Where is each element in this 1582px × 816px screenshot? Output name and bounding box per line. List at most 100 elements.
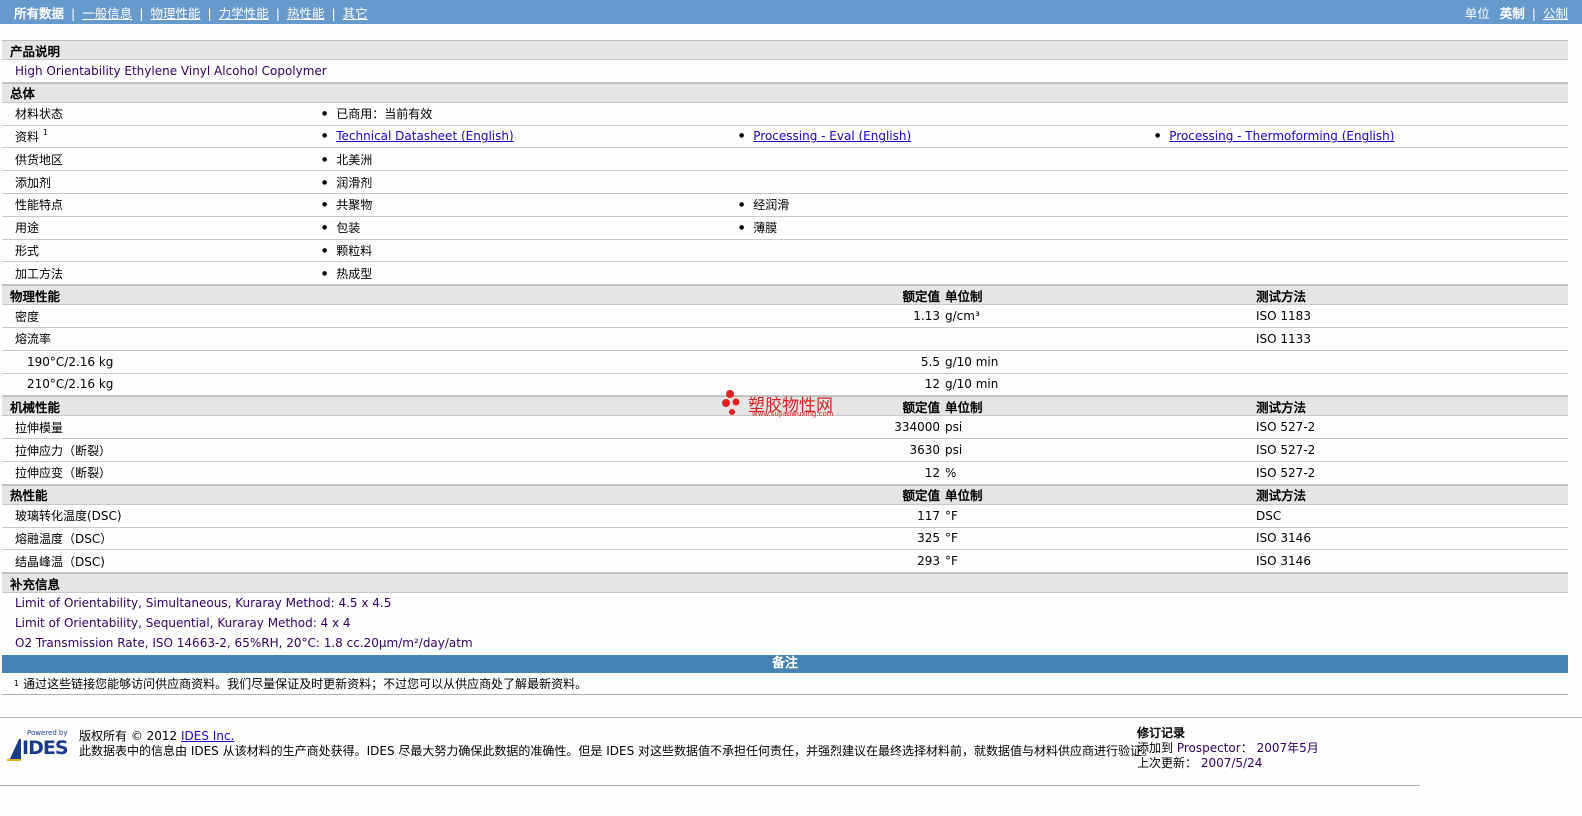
footnote-ref: 1 xyxy=(42,127,48,137)
property-name: 拉伸应变（断裂） xyxy=(15,466,112,481)
added-label: 添加到 xyxy=(1137,741,1174,755)
property-row: 190°C/2.16 kg 5.5 g/10 min xyxy=(2,351,1568,374)
property-unit: psi xyxy=(945,443,963,458)
revision-history: 修订记录 添加到 Prospector： 2007年5月 上次更新： 2007/… xyxy=(1137,726,1319,771)
test-method: ISO 3146 xyxy=(1256,531,1311,546)
row-label-text: 资料 xyxy=(15,129,40,144)
section-title: 物理性能 xyxy=(10,288,61,304)
property-unit: °F xyxy=(945,554,958,569)
row-label: 材料状态 xyxy=(15,105,63,122)
document-link-item: Processing - Thermoforming (English) xyxy=(1155,129,1394,143)
nav-all-data[interactable]: 所有数据 xyxy=(14,6,64,21)
general-row: 加工方法 热成型 xyxy=(2,262,1568,286)
watermark-url: www.sujiaowuxing.com xyxy=(752,410,834,418)
document-link-item: Technical Datasheet (English) xyxy=(322,129,513,143)
row-label-text: 用途 xyxy=(15,221,40,236)
added-date: 2007年5月 xyxy=(1256,741,1319,755)
unit-switch: 单位 英制 | 公制 xyxy=(1464,5,1568,21)
section-thermal: 热性能 额定值 单位制 测试方法 xyxy=(2,484,1568,505)
row-label: 形式 xyxy=(15,242,39,259)
document-link-item: Processing - Eval (English) xyxy=(739,129,911,143)
logo-powered-by: Powered by xyxy=(27,729,68,737)
row-label-text: 供货地区 xyxy=(15,152,64,167)
test-method: ISO 3146 xyxy=(1256,554,1311,569)
col-header-test: 测试方法 xyxy=(1256,488,1307,504)
property-name: 拉伸模量 xyxy=(15,420,64,435)
updated-date: 2007/5/24 xyxy=(1200,756,1263,770)
footnote: 1 通过这些链接您能够访问供应商资料。我们尽量保证及时更新资料；不过您可以从供应商… xyxy=(2,673,1568,696)
test-method: ISO 527-2 xyxy=(1256,443,1316,458)
row-value: 已商用：当前有效 xyxy=(322,105,432,122)
nav-thermal[interactable]: 热性能 xyxy=(287,6,325,21)
document-link[interactable]: Processing - Thermoforming (English) xyxy=(1169,129,1394,143)
copyright-line: 版权所有 © 2012 IDES Inc. xyxy=(79,728,234,744)
disclaimer: 此数据表中的信息由 IDES 从该材料的生产商处获得。IDES 尽最大努力确保此… xyxy=(79,744,1155,758)
row-label: 供货地区 xyxy=(15,151,63,168)
general-row: 供货地区 北美洲 xyxy=(2,148,1568,172)
general-row: 资料 1 Technical Datasheet (English) Process… xyxy=(2,126,1568,149)
row-label: 用途 xyxy=(15,219,39,236)
property-row: 熔融温度（DSC） 325 °F ISO 3146 xyxy=(2,528,1568,551)
col-header-unit: 单位制 xyxy=(945,488,983,504)
property-name: 190°C/2.16 kg xyxy=(27,354,114,369)
property-unit: g/cm³ xyxy=(945,309,980,324)
property-value: 5.5 xyxy=(920,354,940,369)
property-value: 334000 xyxy=(894,420,940,435)
logo-name: IDES xyxy=(22,737,69,759)
nav-physical[interactable]: 物理性能 xyxy=(150,6,200,21)
added-sep: ： xyxy=(1240,741,1253,755)
unit-metric[interactable]: 公制 xyxy=(1543,6,1568,21)
ides-link[interactable]: IDES Inc. xyxy=(181,729,234,743)
property-unit: °F xyxy=(945,531,958,546)
property-value: 3630 xyxy=(909,443,940,458)
document-link[interactable]: Technical Datasheet (English) xyxy=(336,129,513,143)
row-label-text: 材料状态 xyxy=(15,107,64,122)
property-unit: g/10 min xyxy=(945,377,999,392)
property-value: 1.13 xyxy=(913,309,940,324)
property-name: 玻璃转化温度(DSC) xyxy=(15,509,122,524)
row-value: 润滑剂 xyxy=(322,174,372,191)
supplement-note: O2 Transmission Rate, ISO 14663-2, 65%RH… xyxy=(15,636,473,651)
property-row: 拉伸应力（断裂） 3630 psi ISO 527-2 xyxy=(2,439,1568,462)
property-name: 密度 xyxy=(15,309,40,324)
property-row: 玻璃转化温度(DSC) 117 °F DSC xyxy=(2,505,1568,528)
row-label: 添加剂 xyxy=(15,174,51,191)
general-row: 性能特点 共聚物 经润滑 xyxy=(2,194,1568,217)
document-link[interactable]: Processing - Eval (English) xyxy=(753,129,911,143)
property-unit: °F xyxy=(945,508,958,523)
row-label: 资料 1 xyxy=(15,128,52,145)
section-title: 产品说明 xyxy=(10,43,61,59)
row-label-text: 形式 xyxy=(15,243,40,258)
row-label-text: 加工方法 xyxy=(15,266,64,281)
property-name: 熔流率 xyxy=(15,332,52,347)
watermark: 塑胶物性网 www.sujiaowuxing.com xyxy=(722,388,834,418)
property-name: 210°C/2.16 kg xyxy=(27,377,114,392)
unit-english[interactable]: 英制 xyxy=(1500,6,1525,21)
section-title: 总体 xyxy=(10,86,36,102)
property-value: 293 xyxy=(917,554,940,569)
col-header-value: 额定值 xyxy=(902,488,940,504)
row-label-text: 添加剂 xyxy=(15,175,52,190)
property-name: 熔融温度（DSC） xyxy=(15,531,113,546)
row-label-text: 性能特点 xyxy=(15,198,64,213)
section-physical: 物理性能 额定值 单位制 测试方法 xyxy=(2,285,1568,306)
watermark-logo-icon xyxy=(722,390,740,415)
section-product-description: 产品说明 xyxy=(2,40,1568,60)
nav-other[interactable]: 其它 xyxy=(343,6,368,21)
row-value: 北美洲 xyxy=(322,151,372,168)
col-header-test: 测试方法 xyxy=(1256,399,1307,415)
col-header-test: 测试方法 xyxy=(1256,288,1307,304)
property-value: 12 xyxy=(924,377,940,392)
section-general: 总体 xyxy=(2,82,1568,103)
top-nav-bar: 所有数据 | 一般信息 | 物理性能 | 力学性能 | 热性能 | 其它 单位 英制 | 公制 xyxy=(0,0,1582,24)
property-unit: % xyxy=(945,465,957,480)
general-row: 材料状态 已商用：当前有效 xyxy=(2,103,1568,126)
copyright-text: 版权所有 © 2012 xyxy=(79,729,178,743)
section-title: 机械性能 xyxy=(10,399,61,415)
general-row: 用途 包装 薄膜 xyxy=(2,217,1568,240)
test-method: DSC xyxy=(1256,508,1282,523)
nav-mechanical[interactable]: 力学性能 xyxy=(219,6,269,21)
spacer-row xyxy=(2,24,1568,40)
row-label: 性能特点 xyxy=(15,196,63,213)
nav-general[interactable]: 一般信息 xyxy=(82,6,132,21)
